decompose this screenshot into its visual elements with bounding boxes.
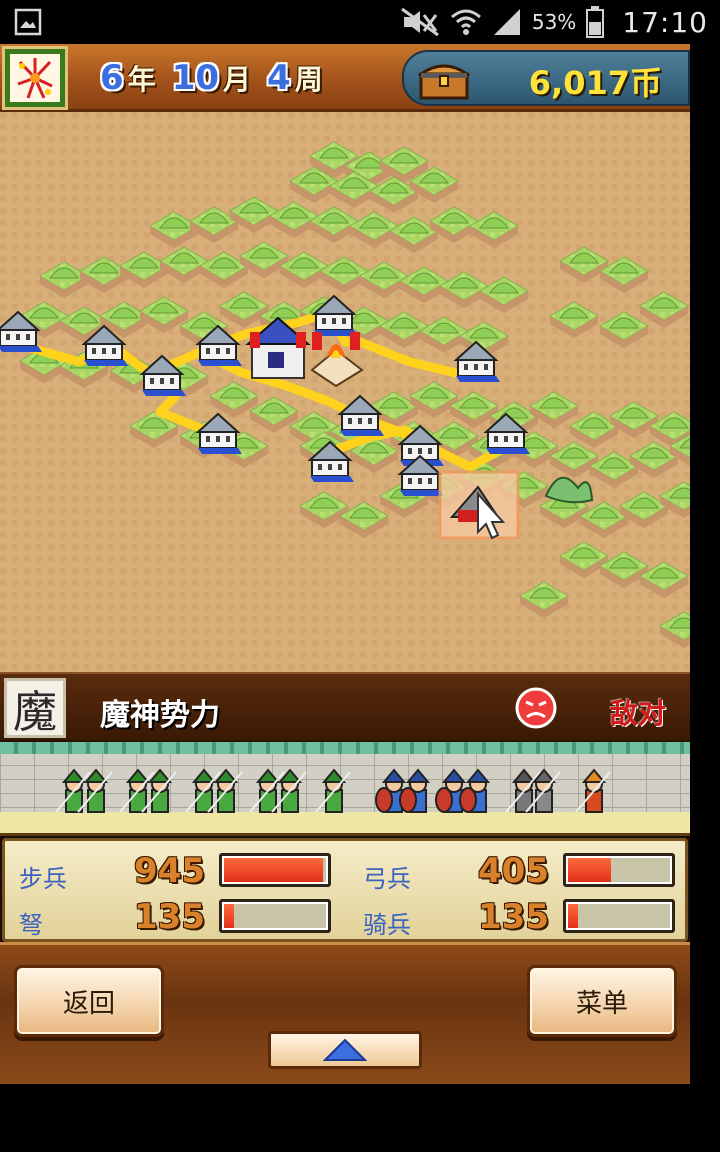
month-value: 10 — [171, 58, 220, 98]
soldier-sprite — [271, 768, 307, 813]
triangle-up-icon — [323, 1038, 367, 1061]
stat-bar-fill — [224, 858, 323, 882]
soldier-sprite — [55, 768, 91, 813]
stat-label: 弩 — [19, 911, 43, 939]
signal-icon — [493, 9, 520, 35]
expand-button[interactable] — [268, 1031, 422, 1069]
back-button[interactable]: 返回 — [14, 965, 164, 1037]
status-bar: 53% 17:10 — [0, 0, 720, 44]
soldier-sprite — [435, 768, 467, 813]
stat-value: 135 — [478, 897, 549, 937]
soldier-sprite — [375, 768, 407, 813]
month-unit: 月 — [223, 63, 252, 96]
soldier-sprite — [399, 768, 431, 813]
angry-face-icon — [515, 687, 557, 729]
faction-emblem: 魔 — [4, 678, 66, 738]
stat-bar — [563, 899, 675, 933]
stat-label: 弓兵 — [363, 865, 411, 893]
firework-logo-icon — [17, 58, 53, 99]
header: 6 年 10 月 4 周 6,017币 — [0, 44, 690, 112]
army-display — [0, 742, 690, 836]
soldier-sprite — [505, 768, 541, 813]
stat-bar-fill — [568, 904, 578, 928]
stat-label: 骑兵 — [363, 911, 411, 939]
stat-bar — [563, 853, 675, 887]
map-canvas[interactable] — [0, 112, 690, 672]
soldier-sprites — [55, 768, 611, 813]
wifi-icon — [450, 9, 481, 35]
soldier-sprite — [185, 768, 221, 813]
game-screen: 6 年 10 月 4 周 6,017币 魔 魔神势力 敌对 步兵 945 弓兵 … — [0, 44, 690, 1084]
stat-value: 945 — [134, 851, 205, 891]
stat-value: 405 — [478, 851, 549, 891]
menu-button[interactable]: 菜单 — [527, 965, 677, 1037]
year-value: 6 — [100, 58, 124, 98]
soldier-sprite — [249, 768, 285, 813]
gallery-icon — [14, 8, 42, 36]
world-map[interactable] — [0, 112, 690, 672]
week-unit: 周 — [294, 63, 323, 96]
mute-icon — [400, 7, 439, 37]
soldier-sprite — [459, 768, 491, 813]
clock: 17:10 — [622, 5, 708, 39]
stat-value: 135 — [134, 897, 205, 937]
stat-bar — [219, 853, 331, 887]
soldier-sprite — [141, 768, 177, 813]
faction-name: 魔神势力 — [100, 698, 220, 733]
soldier-sprite — [77, 768, 113, 813]
right-edge — [690, 44, 720, 1084]
date-display: 6 年 10 月 4 周 — [78, 50, 396, 106]
stat-bar-fill — [224, 904, 234, 928]
screen: 53% 17:10 6 年 10 月 4 周 6,017币 魔 魔神势力 敌对 … — [0, 0, 720, 1152]
logo-button[interactable] — [2, 46, 68, 110]
soldier-sprite — [315, 768, 351, 813]
faction-bar[interactable]: 魔 魔神势力 敌对 — [0, 672, 690, 742]
relation-status: 敌对 — [610, 697, 667, 730]
week-value: 4 — [267, 58, 291, 98]
money-value: 6,017币 — [528, 64, 662, 102]
battery-icon — [586, 6, 605, 38]
battery-percent: 53% — [531, 10, 577, 34]
stat-bar — [219, 899, 331, 933]
soldier-sprite — [575, 768, 611, 813]
stat-bar-fill — [568, 858, 611, 882]
treasure-chest-icon — [418, 64, 470, 100]
soldier-sprite — [119, 768, 155, 813]
stat-label: 步兵 — [19, 865, 67, 893]
treasury[interactable]: 6,017币 — [402, 50, 690, 106]
year-unit: 年 — [127, 63, 156, 96]
troop-stats: 步兵 945 弓兵 405 弩 135 骑兵 135 — [2, 838, 688, 942]
soldier-sprite — [207, 768, 243, 813]
bottom-bar: 返回 菜单 — [0, 942, 690, 1084]
